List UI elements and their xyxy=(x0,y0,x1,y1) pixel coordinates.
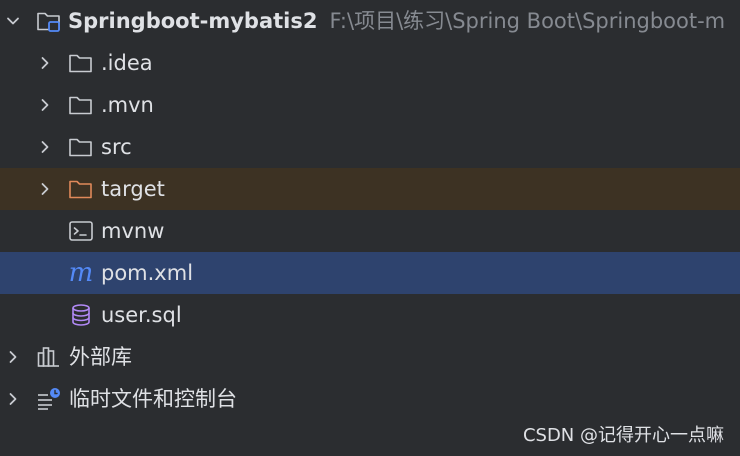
tree-row-root[interactable]: Springboot-mybatis2 F:\项目\练习\Spring Boot\… xyxy=(0,0,740,42)
tree-item-label: mvnw xyxy=(101,219,165,243)
folder-icon xyxy=(68,51,94,75)
chevron-down-icon[interactable] xyxy=(2,0,24,42)
tree-row-mvn[interactable]: .mvn xyxy=(0,84,740,126)
tree-row-target[interactable]: target xyxy=(0,168,740,210)
root-project-name: Springboot-mybatis2 xyxy=(68,9,318,33)
folder-icon xyxy=(68,93,94,117)
tree-item-label: .mvn xyxy=(101,93,154,117)
database-icon xyxy=(68,303,94,327)
tree-row-src[interactable]: src xyxy=(0,126,740,168)
tree-item-label: .idea xyxy=(101,51,153,75)
chevron-right-icon[interactable] xyxy=(34,126,56,168)
tree-item-label: user.sql xyxy=(101,303,182,327)
chevron-right-icon[interactable] xyxy=(2,336,24,378)
terminal-script-icon xyxy=(68,219,94,243)
scratches-label: 临时文件和控制台 xyxy=(69,387,237,411)
scratches-icon xyxy=(36,387,62,411)
project-tree: Springboot-mybatis2 F:\项目\练习\Spring Boot\… xyxy=(0,0,740,420)
tree-row-idea[interactable]: .idea xyxy=(0,42,740,84)
tree-row-user-sql[interactable]: user.sql xyxy=(0,294,740,336)
library-icon xyxy=(36,345,62,369)
tree-item-label: pom.xml xyxy=(101,261,194,285)
tree-row-scratches[interactable]: 临时文件和控制台 xyxy=(0,378,740,420)
tree-row-pom[interactable]: m pom.xml xyxy=(0,252,740,294)
maven-icon: m xyxy=(68,258,94,288)
tree-row-mvnw[interactable]: mvnw xyxy=(0,210,740,252)
chevron-right-icon[interactable] xyxy=(34,42,56,84)
root-project-path: F:\项目\练习\Spring Boot\Springboot-m xyxy=(329,9,726,33)
chevron-right-icon[interactable] xyxy=(2,378,24,420)
chevron-right-icon[interactable] xyxy=(34,84,56,126)
excluded-folder-icon xyxy=(68,177,94,201)
tree-row-external-libraries[interactable]: 外部库 xyxy=(0,336,740,378)
module-folder-icon xyxy=(36,9,62,33)
chevron-right-icon[interactable] xyxy=(34,168,56,210)
external-libraries-label: 外部库 xyxy=(69,345,132,369)
tree-item-label: src xyxy=(101,135,132,159)
tree-item-label: target xyxy=(101,177,165,201)
watermark: CSDN @记得开心一点嘛 xyxy=(522,425,724,446)
folder-icon xyxy=(68,135,94,159)
